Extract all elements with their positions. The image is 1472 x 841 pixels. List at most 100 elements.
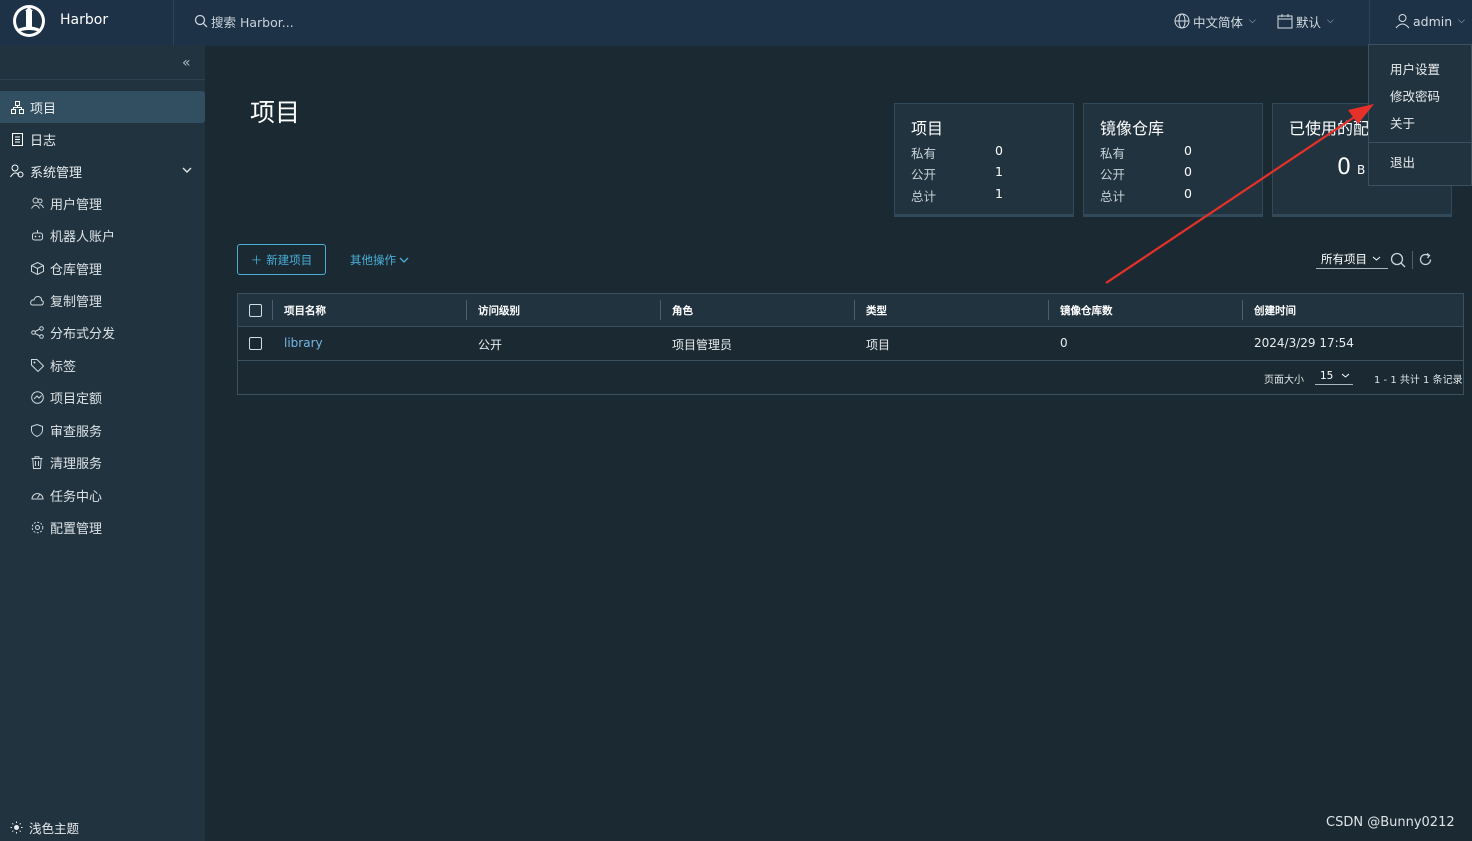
repository-summary-card: 镜像仓库 私有 0 公开 0 总计 0 xyxy=(1083,103,1263,217)
column-header-name[interactable]: 项目名称 xyxy=(284,303,326,318)
sidebar-item-logs[interactable]: 日志 xyxy=(0,123,205,155)
chevron-down-icon xyxy=(399,257,409,263)
theme-label: 默认 xyxy=(1296,14,1322,30)
quota-unit: B xyxy=(1357,163,1366,177)
sidebar-item-label: 机器人账户 xyxy=(50,229,116,245)
column-header-role[interactable]: 角色 xyxy=(672,303,693,318)
filter-value: 所有项目 xyxy=(1321,251,1367,266)
other-actions-label: 其他操作 xyxy=(350,253,396,267)
card-row-value: 0 xyxy=(1184,164,1192,179)
card-row-label: 私有 xyxy=(1100,146,1126,161)
sidebar-item-label: 项目定额 xyxy=(50,391,103,407)
harbor-logo-icon[interactable] xyxy=(10,2,48,40)
plus-icon: ＋ xyxy=(250,252,263,267)
column-divider[interactable] xyxy=(854,300,855,320)
light-theme-toggle[interactable]: 浅色主题 xyxy=(0,816,79,838)
sidebar-item-registries[interactable]: 仓库管理 xyxy=(0,253,205,283)
sidebar-item-label: 仓库管理 xyxy=(50,262,103,278)
role-cell: 项目管理员 xyxy=(672,338,733,352)
refresh-icon[interactable] xyxy=(1418,252,1433,267)
sidebar-item-administration[interactable]: 系统管理 xyxy=(0,155,205,187)
access-level-cell: 公开 xyxy=(478,338,503,352)
card-row-value: 0 xyxy=(1184,186,1192,201)
card-row-label: 公开 xyxy=(1100,167,1126,182)
project-filter-select[interactable]: 所有项目 xyxy=(1316,249,1388,269)
sidebar-item-label: 配置管理 xyxy=(50,521,103,537)
logs-icon xyxy=(10,132,24,146)
globe-icon xyxy=(1174,13,1190,29)
chevron-down-icon xyxy=(1342,373,1350,378)
theme-selector[interactable]: 默认 ⌵ xyxy=(1277,11,1334,31)
column-header-repo-count[interactable]: 镜像仓库数 xyxy=(1060,303,1113,318)
card-title: 项目 xyxy=(911,119,944,138)
robot-icon xyxy=(30,228,44,242)
menu-item-logout[interactable]: 退出 xyxy=(1390,152,1415,171)
card-title: 已使用的配 xyxy=(1289,119,1370,138)
column-divider[interactable] xyxy=(466,300,467,320)
sidebar-item-job-service[interactable]: 任务中心 xyxy=(0,480,205,510)
page-size-value: 15 xyxy=(1320,369,1334,382)
card-row-label: 总计 xyxy=(911,189,937,204)
theme-toggle-label: 浅色主题 xyxy=(29,820,80,836)
page-size-select[interactable]: 15 xyxy=(1315,367,1353,385)
sidebar-item-label: 用户管理 xyxy=(50,197,103,213)
search-input[interactable]: 搜索 Harbor... xyxy=(211,12,294,31)
user-icon xyxy=(1395,14,1410,29)
sidebar-item-clean-up[interactable]: 清理服务 xyxy=(0,447,205,477)
pagination-summary: 1 - 1 共计 1 条记录 xyxy=(1374,375,1463,386)
column-divider[interactable] xyxy=(660,300,661,320)
sidebar: « 项目 日志 系统管理 用户管理 机器人账户 仓库管理 复制管理 分布式分发 … xyxy=(0,46,205,841)
new-project-button[interactable]: ＋ 新建项目 xyxy=(237,244,326,275)
sidebar-item-label: 清理服务 xyxy=(50,456,103,472)
column-header-type[interactable]: 类型 xyxy=(866,303,887,318)
column-header-access[interactable]: 访问级别 xyxy=(478,303,520,318)
brand-name[interactable]: Harbor xyxy=(60,12,108,28)
chevron-down-icon: ⌵ xyxy=(1458,16,1465,26)
column-header-created[interactable]: 创建时间 xyxy=(1254,303,1296,318)
sidebar-item-label: 系统管理 xyxy=(30,165,83,181)
language-selector[interactable]: 中文简体 ⌵ xyxy=(1174,11,1256,31)
sidebar-item-label: 标签 xyxy=(50,359,77,375)
menu-item-change-password[interactable]: 修改密码 xyxy=(1390,86,1440,105)
language-label: 中文简体 xyxy=(1193,14,1244,30)
project-name-link[interactable]: library xyxy=(284,336,323,350)
user-dropdown-menu: 用户设置 修改密码 关于 退出 xyxy=(1368,44,1472,186)
new-project-label: 新建项目 xyxy=(266,252,313,267)
user-menu-toggle[interactable]: admin ⌵ xyxy=(1395,11,1465,31)
project-summary-card: 项目 私有 0 公开 1 总计 1 xyxy=(894,103,1074,217)
sidebar-item-users[interactable]: 用户管理 xyxy=(0,188,205,218)
top-nav-bar: Harbor 搜索 Harbor... 中文简体 ⌵ 默认 ⌵ admin ⌵ xyxy=(0,0,1472,46)
users-icon xyxy=(30,196,44,210)
sidebar-item-replications[interactable]: 复制管理 xyxy=(0,285,205,315)
card-row-label: 私有 xyxy=(911,146,937,161)
sidebar-item-project-quotas[interactable]: 项目定额 xyxy=(0,382,205,412)
search-icon[interactable] xyxy=(1390,252,1406,268)
toolbar-divider xyxy=(1412,251,1413,269)
sidebar-item-distributions[interactable]: 分布式分发 xyxy=(0,317,205,347)
chevron-down-icon[interactable] xyxy=(181,164,193,176)
table-row[interactable]: library 公开 项目管理员 项目 0 2024/3/29 17:54 xyxy=(238,327,1463,361)
other-actions-button[interactable]: 其他操作 xyxy=(350,252,409,268)
admin-icon xyxy=(10,164,24,178)
sidebar-item-projects[interactable]: 项目 xyxy=(0,91,205,123)
sidebar-item-robot-accounts[interactable]: 机器人账户 xyxy=(0,220,205,250)
creation-time-cell: 2024/3/29 17:54 xyxy=(1254,336,1354,350)
watermark: CSDN @Bunny0212 xyxy=(1326,815,1455,830)
row-checkbox[interactable] xyxy=(249,337,262,350)
menu-item-about[interactable]: 关于 xyxy=(1390,113,1415,132)
sidebar-item-label: 复制管理 xyxy=(50,294,103,310)
table-header: 项目名称 访问级别 角色 类型 镜像仓库数 创建时间 xyxy=(238,294,1463,327)
sidebar-item-configuration[interactable]: 配置管理 xyxy=(0,512,205,542)
column-divider[interactable] xyxy=(1048,300,1049,320)
replication-icon xyxy=(30,293,44,307)
sidebar-item-interrogation-services[interactable]: 审查服务 xyxy=(0,415,205,445)
search-icon xyxy=(194,14,208,28)
global-search[interactable]: 搜索 Harbor... xyxy=(194,11,294,31)
menu-item-user-settings[interactable]: 用户设置 xyxy=(1390,59,1440,78)
column-divider[interactable] xyxy=(1242,300,1243,320)
select-all-checkbox[interactable] xyxy=(249,304,262,317)
trash-icon xyxy=(30,455,44,469)
sidebar-item-labels[interactable]: 标签 xyxy=(0,350,205,380)
sidebar-item-label: 分布式分发 xyxy=(50,326,116,342)
collapse-sidebar-icon[interactable]: « xyxy=(182,55,191,71)
